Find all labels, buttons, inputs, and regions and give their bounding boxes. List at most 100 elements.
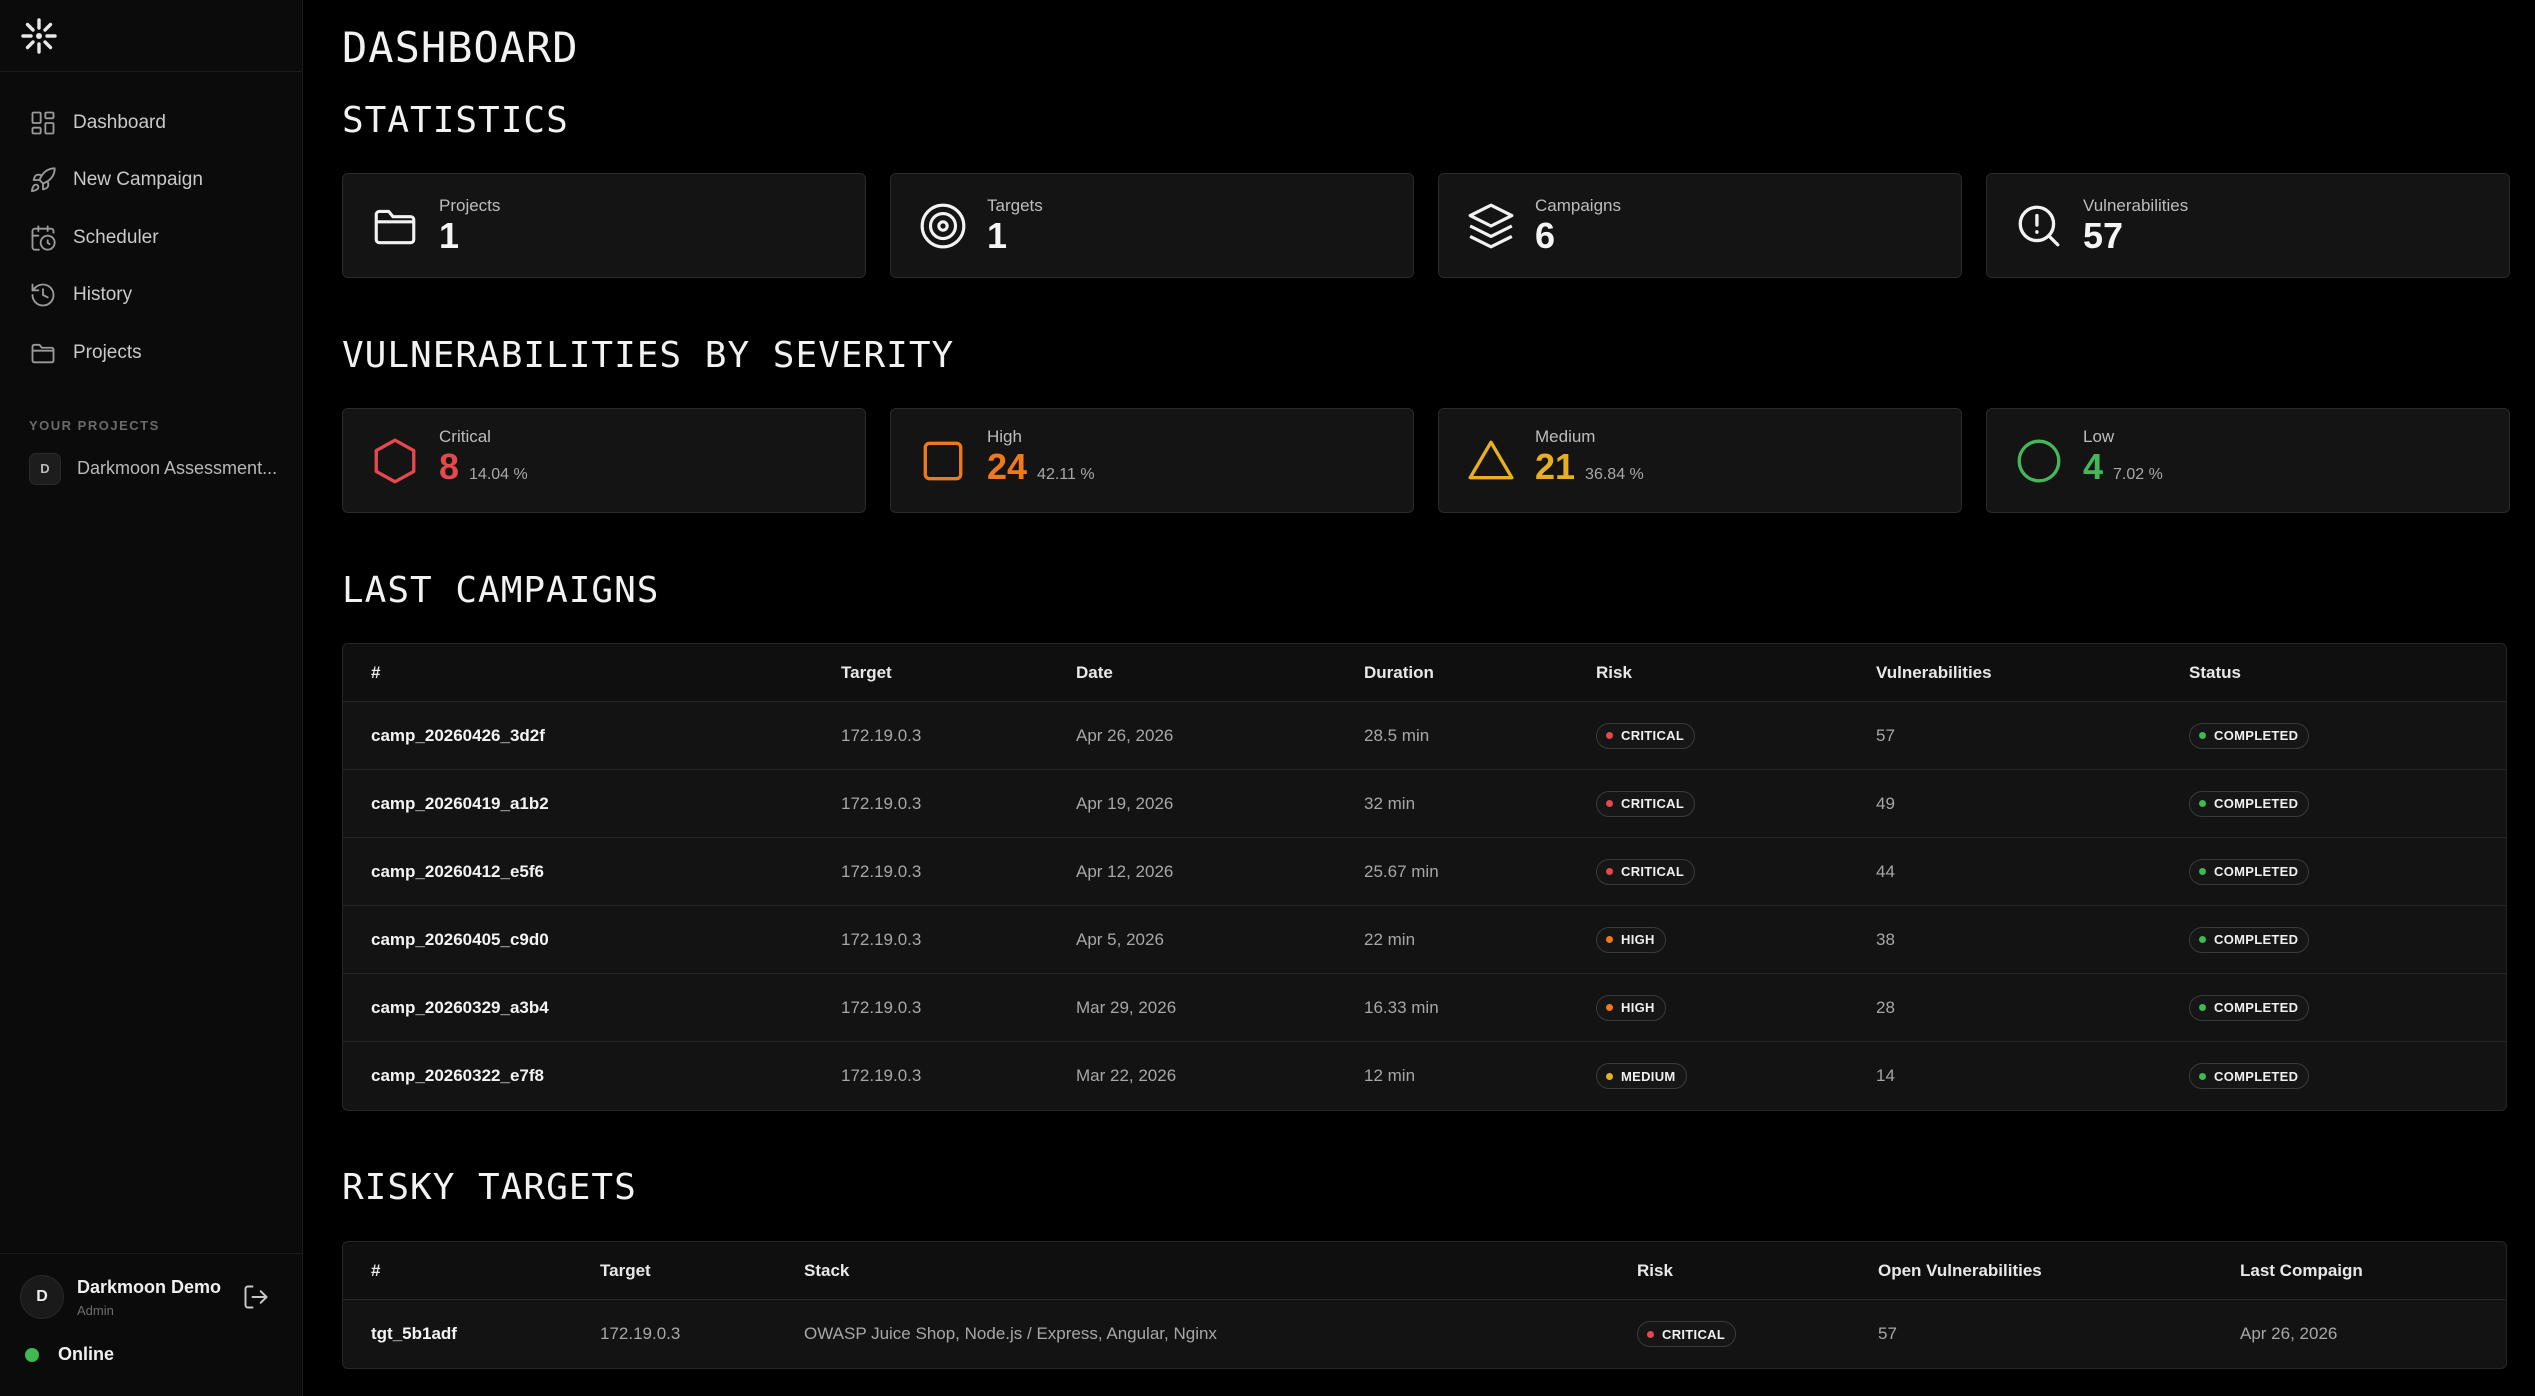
sidebar-item-history[interactable]: History (0, 267, 302, 325)
dashboard-grid-icon (31, 111, 55, 135)
status-badge-cell: COMPLETED (2161, 790, 2461, 817)
campaign-id: camp_20260405_c9d0 (371, 929, 549, 949)
table-row[interactable]: camp_20260412_e5f6 172.19.0.3 Apr 12, 2026… (343, 838, 2506, 906)
layers-icon (1468, 203, 1514, 248)
table-row[interactable]: camp_20260426_3d2f 172.19.0.3 Apr 26, 2026… (343, 702, 2506, 770)
user-profile: D Darkmoon Demo Admin (0, 1254, 302, 1319)
sidebar-item-label: Scheduler (73, 226, 159, 248)
campaign-vulnerabilities: 14 (1876, 1066, 1895, 1085)
campaign-duration: 25.67 min (1364, 861, 1439, 881)
severity-percent: 7.02 % (2113, 465, 2163, 483)
table-row[interactable]: camp_20260405_c9d0 172.19.0.3 Apr 5, 2026 2… (343, 906, 2506, 974)
folder-icon (31, 343, 55, 364)
target-icon (920, 203, 966, 248)
sidebar-item-projects[interactable]: Projects (0, 324, 302, 382)
circle-icon (2017, 439, 2061, 482)
sidebar-item-label: Dashboard (73, 111, 166, 133)
logo-icon (21, 17, 57, 54)
severity-label: Low (2083, 426, 2115, 446)
sidebar-item-scheduler[interactable]: Scheduler (0, 209, 302, 267)
severity-label: Critical (439, 426, 491, 446)
status-badge-cell: COMPLETED (2161, 722, 2461, 749)
severity-count: 8 (439, 445, 460, 487)
campaign-id: camp_20260322_e7f8 (371, 1066, 544, 1085)
campaign-duration: 22 min (1364, 929, 1416, 949)
sidebar-project-item[interactable]: D Darkmoon Assessment... (0, 451, 302, 487)
severity-count: 24 (987, 445, 1028, 487)
page-title: DASHBOARD (342, 23, 579, 72)
campaign-target: 172.19.0.3 (841, 861, 922, 881)
sidebar-item-label: Projects (73, 341, 142, 363)
severity-card-critical: Critical 8 14.04 % (342, 408, 866, 513)
status-dot-icon (1606, 732, 1613, 739)
hexagon-icon (374, 438, 416, 483)
status-dot-icon (2199, 732, 2206, 739)
status-badge: COMPLETED (2189, 858, 2310, 885)
campaign-target: 172.19.0.3 (841, 725, 922, 745)
risk-badge-cell: CRITICAL (1568, 722, 1848, 749)
risky-targets-title: RISKY TARGETS (342, 1167, 637, 1208)
column-header: # (371, 662, 381, 682)
project-avatar: D (29, 452, 61, 485)
risk-badge-cell: CRITICAL (1568, 790, 1848, 817)
severity-label: Medium (1535, 426, 1596, 446)
status-badge: COMPLETED (2189, 1063, 2310, 1089)
status-dot-icon (25, 1347, 39, 1362)
square-icon (923, 441, 963, 480)
stat-label: Projects (439, 195, 501, 215)
stat-label: Campaigns (1535, 195, 1621, 215)
table-header: # Target Date Duration Risk Vulnerabilit… (343, 644, 2506, 702)
column-header: Status (2189, 662, 2241, 682)
status-badge-label: COMPLETED (2214, 796, 2299, 811)
risk-badge-cell: MEDIUM (1568, 1063, 1848, 1089)
status-badge-label: COMPLETED (2214, 728, 2299, 743)
severity-value: 8 14.04 % (439, 445, 528, 495)
avatar[interactable]: D (20, 1275, 64, 1319)
severity-percent: 42.11 % (1037, 465, 1095, 483)
main-content: DASHBOARD STATISTICS Projects 1 Targets … (303, 0, 2535, 1396)
severity-percent: 36.84 % (1585, 465, 1644, 483)
sidebar-item-new-campaign[interactable]: New Campaign (0, 152, 302, 210)
status-dot-icon (2199, 800, 2206, 807)
risk-badge-label: HIGH (1621, 932, 1655, 947)
risk-badge: CRITICAL (1596, 858, 1696, 885)
stat-card-vulnerabilities: Vulnerabilities 57 (1986, 173, 2510, 278)
status-badge: COMPLETED (2189, 790, 2310, 817)
stat-card-campaigns: Campaigns 6 (1438, 173, 1962, 278)
logout-button[interactable] (240, 1281, 272, 1313)
sidebar-nav: Dashboard New Campaign Scheduler History… (0, 72, 302, 382)
risky-targets-table: # Target Stack Risk Open Vulnerabilities… (342, 1241, 2507, 1369)
severity-value: 24 42.11 % (987, 445, 1095, 495)
status-label: Online (58, 1344, 115, 1364)
campaign-vulnerabilities: 49 (1876, 793, 1895, 813)
campaign-duration: 12 min (1364, 1066, 1416, 1085)
campaigns-table: # Target Date Duration Risk Vulnerabilit… (342, 643, 2507, 1111)
table-row[interactable]: tgt_5b1adf 172.19.0.3 OWASP Juice Shop, No… (343, 1300, 2506, 1368)
risk-badge: CRITICAL (1596, 790, 1696, 817)
sidebar: Dashboard New Campaign Scheduler History… (0, 0, 303, 1396)
campaign-duration: 32 min (1364, 793, 1416, 813)
campaign-id: camp_20260419_a1b2 (371, 793, 549, 813)
risk-badge-cell: CRITICAL (1609, 1321, 1850, 1347)
campaign-duration: 16.33 min (1364, 997, 1439, 1017)
campaign-vulnerabilities: 28 (1876, 997, 1895, 1017)
severity-title: VULNERABILITIES BY SEVERITY (342, 335, 955, 376)
calendar-clock-icon (31, 225, 56, 251)
risk-badge: HIGH (1596, 994, 1666, 1021)
status-dot-icon (1606, 868, 1613, 875)
campaign-vulnerabilities: 38 (1876, 929, 1895, 949)
status-badge-label: COMPLETED (2214, 1000, 2299, 1015)
severity-value: 4 7.02 % (2083, 446, 2163, 495)
status-dot-icon (2199, 1004, 2206, 1011)
sidebar-item-dashboard[interactable]: Dashboard (0, 94, 302, 152)
table-row[interactable]: camp_20260322_e7f8 172.19.0.3 Mar 22, 2026… (343, 1042, 2506, 1110)
target-stack: OWASP Juice Shop, Node.js / Express, Ang… (804, 1324, 1217, 1343)
stat-value: 1 (987, 214, 1008, 256)
table-row[interactable]: camp_20260329_a3b4 172.19.0.3 Mar 29, 2026… (343, 974, 2506, 1042)
campaign-target: 172.19.0.3 (841, 793, 922, 813)
search-alert-icon (2018, 205, 2060, 246)
logout-icon (244, 1285, 268, 1309)
logo[interactable] (0, 0, 302, 72)
campaign-id: camp_20260412_e5f6 (371, 861, 544, 881)
table-row[interactable]: camp_20260419_a1b2 172.19.0.3 Apr 19, 2026… (343, 770, 2506, 838)
